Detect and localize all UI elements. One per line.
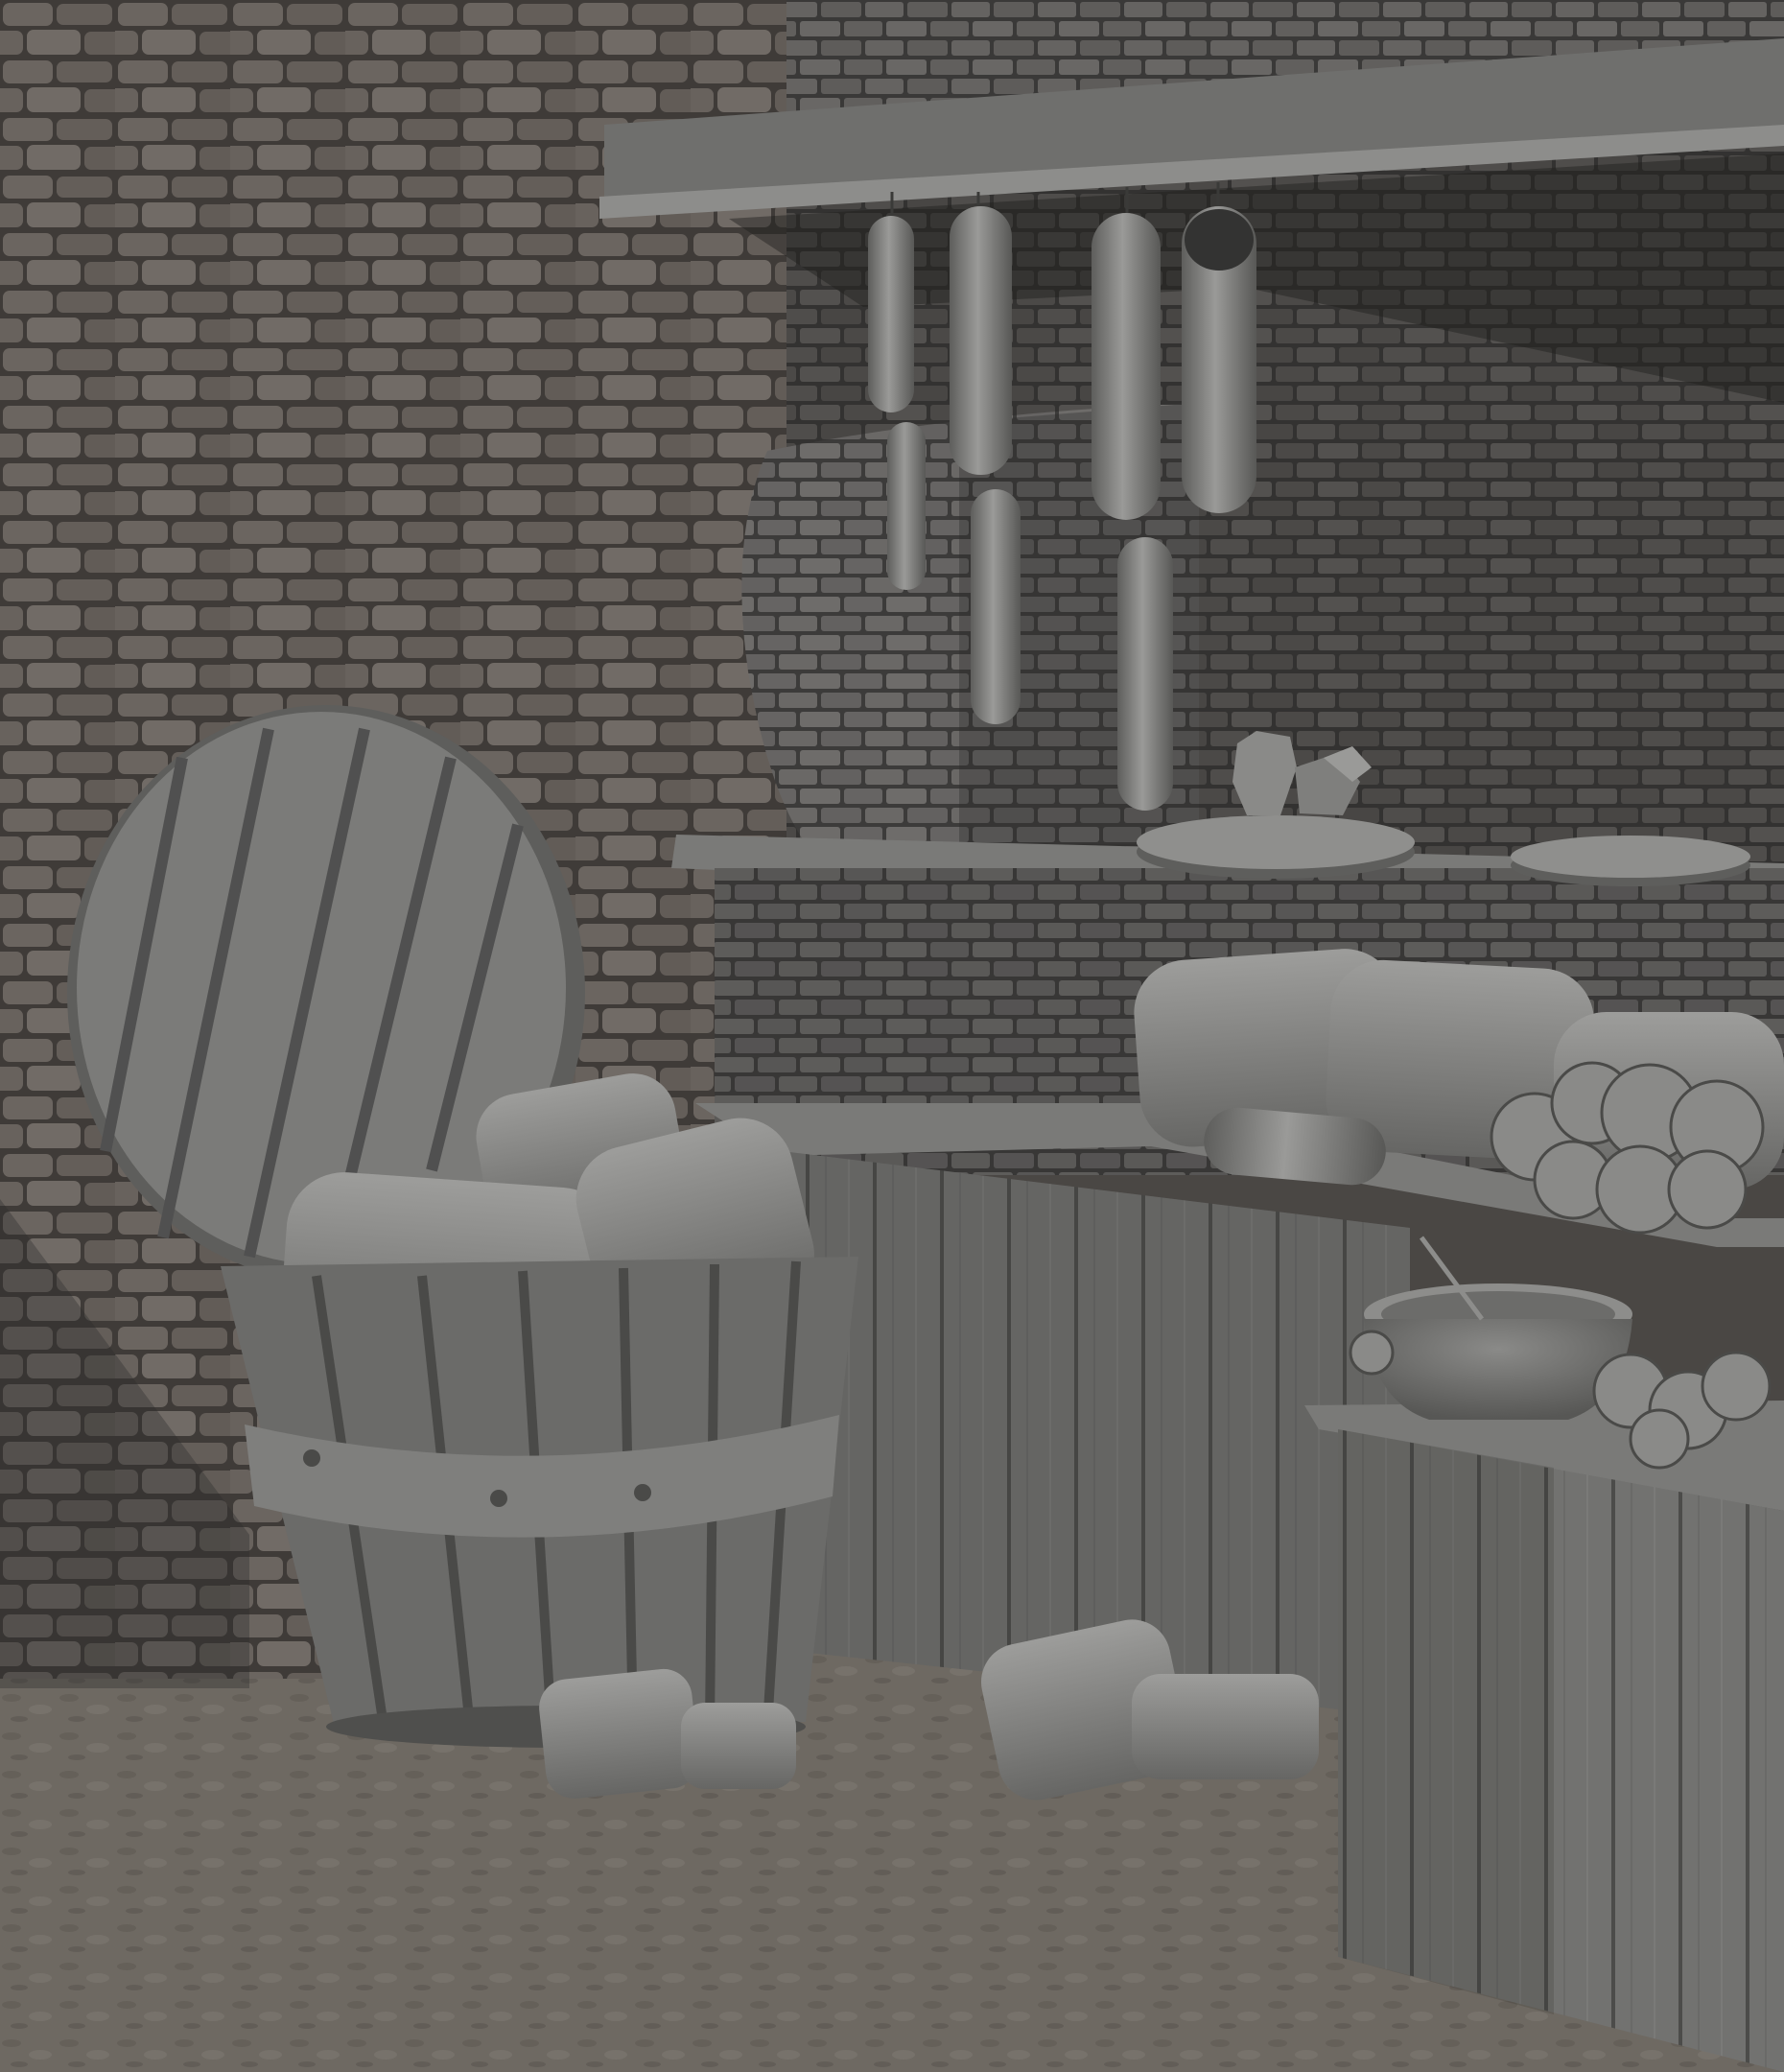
scene-canvas — [0, 0, 1784, 2072]
scene — [0, 0, 1784, 2072]
